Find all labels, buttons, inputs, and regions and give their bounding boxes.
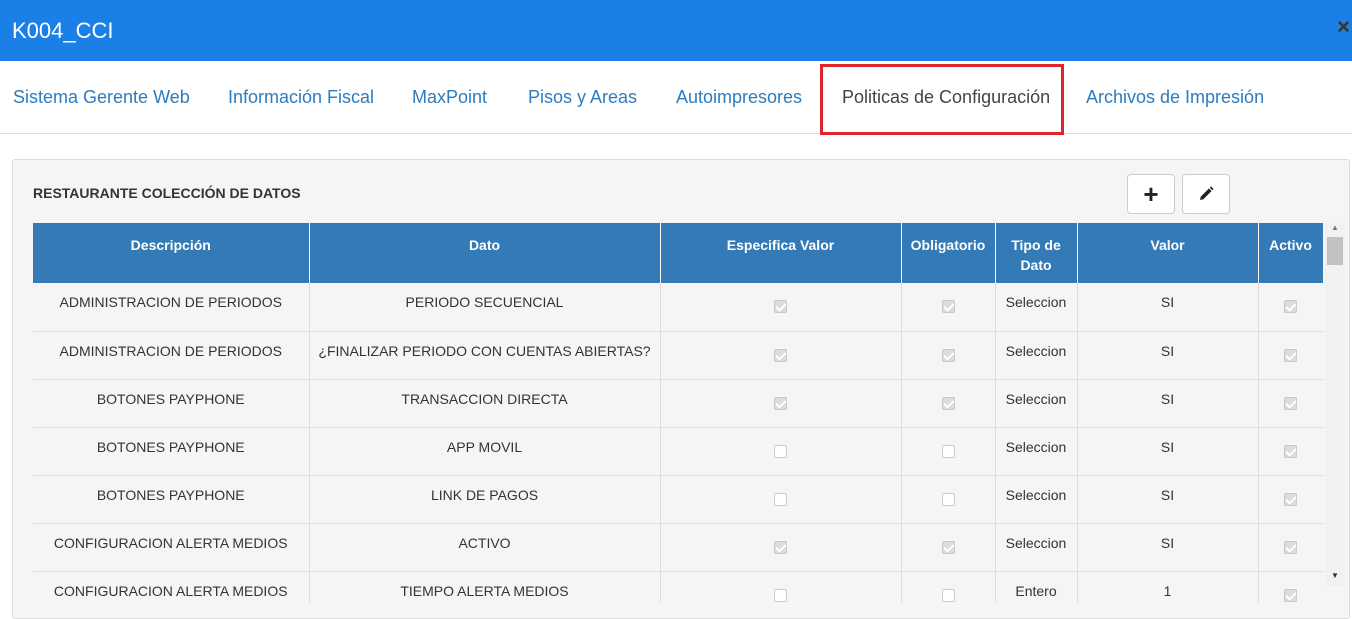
table-row[interactable]: BOTONES PAYPHONE LINK DE PAGOS Seleccion… xyxy=(33,475,1323,524)
panel-title: RESTAURANTE COLECCIÓN DE DATOS xyxy=(33,185,301,201)
tab-sistema-gerente-web[interactable]: Sistema Gerente Web xyxy=(13,87,190,108)
cell-valor: SI xyxy=(1077,427,1259,476)
activo-checkbox[interactable] xyxy=(1284,348,1297,362)
cell-descripcion: BOTONES PAYPHONE xyxy=(33,379,310,428)
cell-descripcion: ADMINISTRACION DE PERIODOS xyxy=(33,283,310,332)
cell-dato: ¿FINALIZAR PERIODO CON CUENTAS ABIERTAS? xyxy=(309,331,661,380)
cell-descripcion: CONFIGURACION ALERTA MEDIOS xyxy=(33,523,310,572)
especifica-valor-checkbox[interactable] xyxy=(774,588,787,602)
data-table: Descripción Dato Especifica Valor Obliga… xyxy=(33,223,1323,603)
cell-dato: PERIODO SECUENCIAL xyxy=(309,283,661,332)
cell-valor: SI xyxy=(1077,523,1259,572)
cell-descripcion: BOTONES PAYPHONE xyxy=(33,427,310,476)
cell-dato: TIEMPO ALERTA MEDIOS xyxy=(309,571,661,603)
table-row[interactable]: ADMINISTRACION DE PERIODOS ¿FINALIZAR PE… xyxy=(33,331,1323,380)
cell-dato: TRANSACCION DIRECTA xyxy=(309,379,661,428)
cell-tipo-de-dato: Seleccion xyxy=(995,283,1078,332)
add-button[interactable]: + xyxy=(1127,174,1175,214)
tab-pisos-y-areas[interactable]: Pisos y Areas xyxy=(528,87,637,108)
cell-tipo-de-dato: Seleccion xyxy=(995,427,1078,476)
column-header-tipo-de-dato[interactable]: Tipo de Dato xyxy=(995,223,1078,283)
table-row[interactable]: ADMINISTRACION DE PERIODOS PERIODO SECUE… xyxy=(33,283,1323,332)
cell-valor: SI xyxy=(1077,475,1259,524)
table-row[interactable]: BOTONES PAYPHONE TRANSACCION DIRECTA Sel… xyxy=(33,379,1323,428)
table-header-row: Descripción Dato Especifica Valor Obliga… xyxy=(33,223,1323,283)
scroll-down-arrow-icon[interactable]: ▼ xyxy=(1331,571,1339,580)
plus-icon: + xyxy=(1143,178,1159,209)
pencil-icon xyxy=(1200,186,1214,200)
activo-checkbox[interactable] xyxy=(1284,300,1297,313)
column-header-valor[interactable]: Valor xyxy=(1077,223,1259,283)
obligatorio-checkbox[interactable] xyxy=(941,396,955,410)
data-table-container: Descripción Dato Especifica Valor Obliga… xyxy=(33,223,1323,603)
table-row[interactable]: CONFIGURACION ALERTA MEDIOS TIEMPO ALERT… xyxy=(33,571,1323,603)
close-icon[interactable]: × xyxy=(1337,14,1350,40)
table-row[interactable]: BOTONES PAYPHONE APP MOVIL Seleccion SI xyxy=(33,427,1323,476)
activo-checkbox[interactable] xyxy=(1284,444,1297,458)
active-tab-highlight xyxy=(820,64,1064,135)
activo-checkbox[interactable] xyxy=(1284,492,1297,506)
activo-checkbox[interactable] xyxy=(1284,396,1297,410)
cell-descripcion: BOTONES PAYPHONE xyxy=(33,475,310,524)
modal-header: K004_CCI × xyxy=(0,0,1352,61)
cell-tipo-de-dato: Seleccion xyxy=(995,523,1078,572)
scrollbar-thumb[interactable] xyxy=(1327,237,1343,265)
column-header-obligatorio[interactable]: Obligatorio xyxy=(901,223,996,283)
tab-autoimpresores[interactable]: Autoimpresores xyxy=(676,87,802,108)
obligatorio-checkbox[interactable] xyxy=(941,540,955,554)
cell-tipo-de-dato: Entero xyxy=(995,571,1078,603)
column-header-activo[interactable]: Activo xyxy=(1258,223,1323,283)
obligatorio-checkbox[interactable] xyxy=(941,492,955,506)
cell-dato: APP MOVIL xyxy=(309,427,661,476)
especifica-valor-checkbox[interactable] xyxy=(774,444,787,458)
cell-tipo-de-dato: Seleccion xyxy=(995,379,1078,428)
obligatorio-checkbox[interactable] xyxy=(941,588,955,602)
obligatorio-checkbox[interactable] xyxy=(941,348,955,362)
activo-checkbox[interactable] xyxy=(1284,540,1297,554)
cell-descripcion: ADMINISTRACION DE PERIODOS xyxy=(33,331,310,380)
cell-dato: LINK DE PAGOS xyxy=(309,475,661,524)
tab-maxpoint[interactable]: MaxPoint xyxy=(412,87,487,108)
especifica-valor-checkbox[interactable] xyxy=(774,300,787,313)
vertical-scrollbar[interactable]: ▲ ▼ xyxy=(1325,223,1345,586)
scroll-up-arrow-icon[interactable]: ▲ xyxy=(1331,223,1339,232)
edit-button[interactable] xyxy=(1182,174,1230,214)
cell-valor: SI xyxy=(1077,283,1259,332)
tab-archivos-de-impresion[interactable]: Archivos de Impresión xyxy=(1086,87,1264,108)
cell-valor: SI xyxy=(1077,331,1259,380)
column-header-especifica-valor[interactable]: Especifica Valor xyxy=(660,223,902,283)
modal-title: K004_CCI xyxy=(12,18,114,43)
especifica-valor-checkbox[interactable] xyxy=(774,492,787,506)
obligatorio-checkbox[interactable] xyxy=(941,300,955,313)
cell-valor: 1 xyxy=(1077,571,1259,603)
activo-checkbox[interactable] xyxy=(1284,588,1297,602)
cell-dato: ACTIVO xyxy=(309,523,661,572)
column-header-dato[interactable]: Dato xyxy=(309,223,661,283)
especifica-valor-checkbox[interactable] xyxy=(774,348,787,362)
obligatorio-checkbox[interactable] xyxy=(941,444,955,458)
tab-informacion-fiscal[interactable]: Información Fiscal xyxy=(228,87,374,108)
cell-descripcion: CONFIGURACION ALERTA MEDIOS xyxy=(33,571,310,603)
especifica-valor-checkbox[interactable] xyxy=(774,540,787,554)
tab-bar: Sistema Gerente Web Información Fiscal M… xyxy=(0,61,1352,135)
table-row[interactable]: CONFIGURACION ALERTA MEDIOS ACTIVO Selec… xyxy=(33,523,1323,572)
especifica-valor-checkbox[interactable] xyxy=(774,396,787,410)
column-header-descripcion[interactable]: Descripción xyxy=(33,223,310,283)
cell-tipo-de-dato: Seleccion xyxy=(995,475,1078,524)
cell-valor: SI xyxy=(1077,379,1259,428)
cell-tipo-de-dato: Seleccion xyxy=(995,331,1078,380)
data-collection-panel: RESTAURANTE COLECCIÓN DE DATOS + Descrip… xyxy=(12,159,1350,619)
